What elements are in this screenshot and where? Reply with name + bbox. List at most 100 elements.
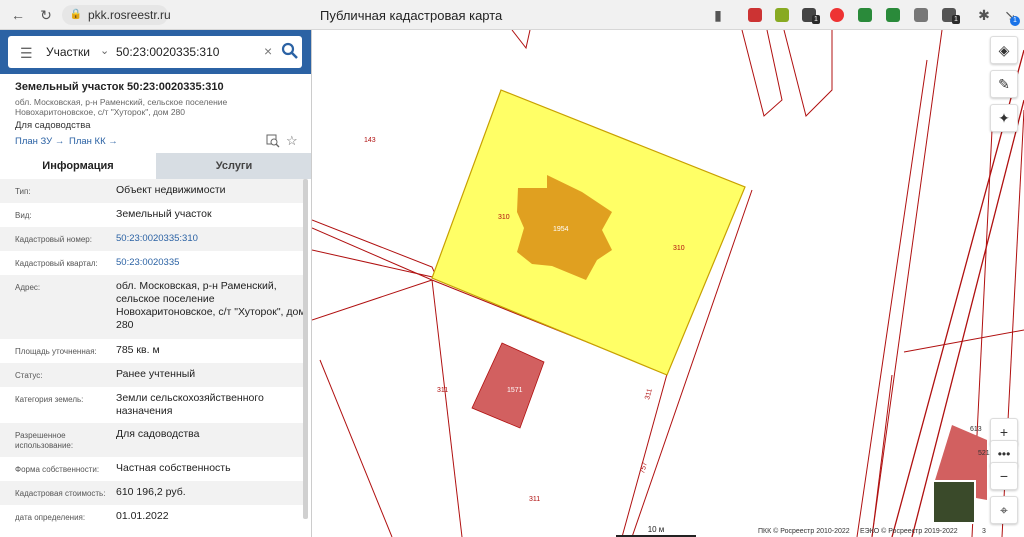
info-row: Статус: Ранее учтенный <box>0 363 306 387</box>
ruler-icon: ✎ <box>998 76 1010 92</box>
basemap-thumbnail[interactable] <box>932 480 976 524</box>
layers-icon: ◈ <box>998 42 1010 58</box>
evernote-icon[interactable] <box>858 8 872 22</box>
info-row-link[interactable]: 50:23:0020335:310 <box>116 232 306 245</box>
measure-button[interactable]: ✎ <box>990 70 1018 98</box>
label-757: 757 <box>639 461 649 474</box>
zoom-to-object-icon[interactable] <box>266 134 280 148</box>
label-310-a: 310 <box>498 214 510 221</box>
search-icon[interactable] <box>280 41 300 61</box>
boundary-line <box>312 279 433 321</box>
info-row: Вид: Земельный участок <box>0 203 306 227</box>
extension-icon[interactable] <box>775 8 789 22</box>
menu-icon[interactable]: ☰ <box>20 45 33 62</box>
info-row-key: Площадь уточненная: <box>15 347 97 356</box>
info-row-value: 01.01.2022 <box>116 510 169 522</box>
tab-info[interactable]: Информация <box>0 153 156 179</box>
chevron-down-icon[interactable]: ⌄ <box>100 44 109 57</box>
info-row: Тип: Объект недвижимости <box>0 179 306 203</box>
info-row-key: Разрешенное использование: <box>15 431 74 450</box>
evernote-icon[interactable] <box>886 8 900 22</box>
info-row-key: Форма собственности: <box>15 465 100 474</box>
notification-badge: 1 <box>1010 16 1020 26</box>
minus-icon: − <box>999 468 1009 484</box>
info-row: Кадастровый квартал: 50:23:0020335 <box>0 251 306 275</box>
info-row-link[interactable]: 50:23:0020335 <box>116 256 306 269</box>
compass-icon: ✦ <box>998 110 1010 126</box>
label-311-c: 311 <box>529 496 540 503</box>
boundary-line <box>871 374 893 537</box>
ladybug-extension-icon[interactable] <box>748 8 762 22</box>
info-row-value: обл. Московская, р-н Раменский, сельское… <box>116 280 306 331</box>
extension-icon[interactable] <box>914 8 928 22</box>
plan-zu-label: План ЗУ <box>15 136 53 147</box>
pin-icon: ⌖ <box>1000 502 1008 518</box>
boundary-line <box>312 219 438 279</box>
info-row: Площадь уточненная: 785 кв. м <box>0 339 306 363</box>
lock-icon: 🔒 <box>69 9 83 20</box>
object-address: обл. Московская, р-н Раменский, сельское… <box>15 97 228 117</box>
pocket-icon[interactable] <box>830 8 844 22</box>
url-text[interactable]: pkk.rosreestr.ru <box>88 8 171 22</box>
info-row: Категория земель: Земли сельскохозяйствен… <box>0 387 306 423</box>
search-type-select[interactable]: Участки <box>46 45 90 59</box>
scrollbar[interactable] <box>303 179 308 519</box>
zoom-out-button[interactable]: − <box>990 462 1018 490</box>
label-1954: 1954 <box>553 226 569 233</box>
search-input[interactable] <box>116 45 266 59</box>
star-icon[interactable]: ☆ <box>286 134 300 148</box>
info-row-value: Земельный участок <box>116 208 212 220</box>
info-row-key: Вид: <box>15 211 32 220</box>
building-1571[interactable] <box>471 342 545 429</box>
attribution-count: 3 <box>982 528 986 535</box>
label-143: 143 <box>364 137 376 144</box>
info-row-value: Объект недвижимости <box>116 184 226 196</box>
info-row-key: Статус: <box>15 371 43 380</box>
layers-button[interactable]: ◈ <box>990 36 1018 64</box>
info-row: Форма собственности: Частная собственност… <box>0 457 306 481</box>
search-box: ☰ Участки ⌄ × <box>8 36 302 68</box>
tab-services[interactable]: Услуги <box>156 153 311 179</box>
object-use: Для садоводства <box>15 120 91 131</box>
locate-button[interactable]: ✦ <box>990 104 1018 132</box>
boundary-line <box>741 30 783 117</box>
label-311-a: 311 <box>437 387 448 394</box>
scale-bar: 10 м <box>616 525 696 537</box>
plan-kk-link[interactable]: План КК → <box>69 136 118 147</box>
info-row-key: Кадастровая стоимость: <box>15 489 106 498</box>
map-layer[interactable]: 143 310 310 1954 311 311 311 1571 757 61… <box>312 30 1024 537</box>
boundary-line <box>319 359 393 537</box>
info-row-value: Земли сельскохозяйственного назначения <box>116 392 264 417</box>
back-icon[interactable]: ← <box>10 7 26 23</box>
geolocation-button[interactable]: ⌖ <box>990 496 1018 524</box>
info-panel: ☰ Участки ⌄ × ‹ Земельный участок 50:23:… <box>0 30 312 537</box>
boundary-line <box>783 30 833 117</box>
boundary-line <box>511 30 531 50</box>
clear-icon[interactable]: × <box>264 43 272 59</box>
label-310-b: 310 <box>673 245 685 252</box>
ellipsis-icon: ••• <box>997 447 1011 461</box>
info-row-value: 610 196,2 руб. <box>116 486 186 498</box>
info-row-value: Для садоводства <box>116 428 200 440</box>
label-613: 613 <box>970 426 982 433</box>
info-row-key: Кадастровый квартал: <box>15 259 98 268</box>
info-row-value: Частная собственность <box>116 462 231 474</box>
extension-badge: 1 <box>812 15 820 24</box>
reload-icon[interactable]: ↻ <box>38 7 54 23</box>
puzzle-icon[interactable]: ✱ <box>976 7 992 23</box>
attribution-eeko: ЕЭКО © Росреестр 2019-2022 <box>860 528 958 535</box>
object-title: Земельный участок 50:23:0020335:310 <box>15 81 224 93</box>
info-row-value: 785 кв. м <box>116 344 160 356</box>
tabs: Информация Услуги <box>0 153 311 179</box>
info-row: Кадастровый номер: 50:23:0020335:310 <box>0 227 306 251</box>
info-row-key: Адрес: <box>15 283 41 292</box>
info-row-key: Категория земель: <box>15 395 84 404</box>
bookmark-icon[interactable]: ▮ <box>710 7 726 23</box>
map-canvas[interactable]: 143 310 310 1954 311 311 311 1571 757 61… <box>312 30 1024 537</box>
info-row: дата определения: 01.01.2022 <box>0 505 306 529</box>
plan-zu-link[interactable]: План ЗУ → <box>15 136 64 147</box>
attribution-pkk: ПКК © Росреестр 2010-2022 <box>758 528 850 535</box>
info-row-key: дата определения: <box>15 513 86 522</box>
page-title: Публичная кадастровая карта <box>320 8 503 23</box>
info-row-key: Кадастровый номер: <box>15 235 92 244</box>
